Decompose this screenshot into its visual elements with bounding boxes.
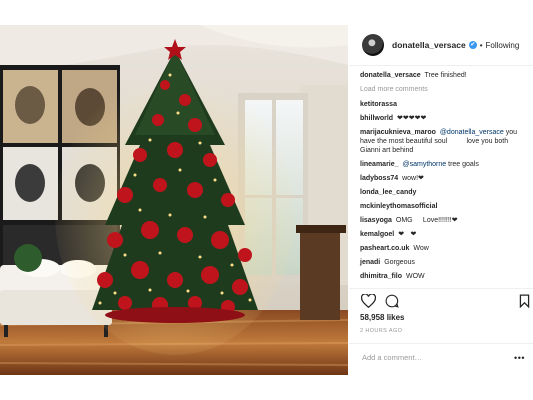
comment-icon[interactable] bbox=[385, 294, 399, 313]
comment-item: dhimitra_filo WOWᅟᅟᅟᅟ bbox=[360, 272, 530, 281]
comment-text: ᅟᅟ bbox=[441, 203, 455, 210]
post-photo[interactable] bbox=[0, 25, 348, 375]
instagram-post: donatella_versace ✔ • Following donatell… bbox=[0, 25, 533, 375]
comment-username[interactable]: bhillworld bbox=[360, 115, 393, 122]
bookmark-icon[interactable] bbox=[519, 294, 530, 313]
comment-username[interactable]: ladyboss74 bbox=[360, 175, 398, 182]
following-button[interactable]: Following bbox=[486, 41, 520, 50]
comment-username[interactable]: kemalgoel bbox=[360, 231, 394, 238]
comment-item: ladyboss74 wow!❤ᅟ bbox=[360, 174, 530, 183]
comment-text: ᅟᅟᅟ bbox=[420, 189, 440, 196]
caption-username[interactable]: donatella_versace bbox=[360, 72, 421, 79]
comment-username[interactable]: dhimitra_filo bbox=[360, 273, 402, 280]
comment-username[interactable]: ketitorassa bbox=[360, 101, 397, 108]
caption-text: Tree finished! ᅟᅟ bbox=[424, 72, 482, 79]
comment-username[interactable]: marijacuknieva_maroo bbox=[360, 129, 436, 136]
comment-text: ❤ᅟ❤ bbox=[398, 231, 417, 238]
christmas-tree-photo bbox=[0, 25, 348, 375]
comment-username[interactable]: londa_lee_candy bbox=[360, 189, 416, 196]
comment-text: WOWᅟᅟᅟᅟ bbox=[405, 273, 451, 280]
comment-text: tree goals bbox=[448, 161, 479, 168]
header-username[interactable]: donatella_versace bbox=[392, 40, 466, 50]
action-bar bbox=[349, 288, 533, 311]
comment-item: kemalgoel ❤ᅟ❤ bbox=[360, 230, 530, 239]
post-timestamp: 2 HOURS AGO bbox=[360, 328, 403, 334]
comment-username[interactable]: mckinleythomasofficial bbox=[360, 203, 437, 210]
comment-username[interactable]: lineamarie_ bbox=[360, 161, 399, 168]
comment-username[interactable]: jenadi bbox=[360, 259, 380, 266]
add-comment-input[interactable] bbox=[360, 352, 504, 363]
comment-text: ❤❤❤❤❤ bbox=[397, 115, 427, 122]
comment-item: bhillworld ❤❤❤❤❤ bbox=[360, 114, 530, 123]
comment-text: OMG ᅟ Love!!!!!!!❤ bbox=[395, 217, 458, 224]
comment-username[interactable]: lisasyoga bbox=[360, 217, 392, 224]
likes-count[interactable]: 58,958 likes bbox=[360, 313, 404, 322]
comment-item: marijacuknieva_maroo @donatella_versace … bbox=[360, 128, 530, 155]
post-details-panel: donatella_versace ✔ • Following donatell… bbox=[349, 25, 533, 375]
comment-item: lineamarie_ @samythorne tree goals bbox=[360, 160, 530, 169]
comment-item: lisasyoga OMG ᅟ Love!!!!!!!❤ bbox=[360, 216, 530, 225]
comment-mention[interactable]: @samythorne bbox=[402, 161, 446, 168]
heart-icon[interactable] bbox=[360, 293, 377, 313]
comment-username[interactable]: pasheart.co.uk bbox=[360, 245, 409, 252]
comment-item: ketitorassa ᅟ bbox=[360, 100, 530, 109]
load-more-comments-link[interactable]: Load more comments bbox=[360, 85, 530, 94]
comment-text: ᅟ bbox=[400, 101, 408, 108]
post-header: donatella_versace ✔ • Following bbox=[349, 25, 533, 66]
comment-item: pasheart.co.uk Wow ᅟ bbox=[360, 244, 530, 253]
more-options-icon[interactable]: ••• bbox=[514, 353, 525, 363]
separator-dot: • bbox=[479, 40, 483, 50]
comment-text: Gorgeous ᅟ bbox=[384, 259, 424, 266]
verified-badge-icon: ✔ bbox=[468, 41, 477, 49]
comment-mention[interactable]: @donatella_versace bbox=[440, 129, 504, 136]
add-comment-bar: ••• bbox=[349, 343, 533, 376]
comment-item: londa_lee_candy ᅟᅟᅟ bbox=[360, 188, 530, 197]
comment-text: Wow ᅟ bbox=[413, 245, 438, 252]
avatar[interactable] bbox=[362, 34, 384, 56]
comment-item: mckinleythomasofficial ᅟᅟ bbox=[360, 202, 530, 211]
caption: donatella_versace Tree finished! ᅟᅟ bbox=[360, 71, 530, 80]
comment-text: wow!❤ᅟ bbox=[402, 175, 431, 182]
comments-list: donatella_versace Tree finished! ᅟᅟ Load… bbox=[360, 71, 530, 286]
comment-item: jenadi Gorgeous ᅟ bbox=[360, 258, 530, 267]
